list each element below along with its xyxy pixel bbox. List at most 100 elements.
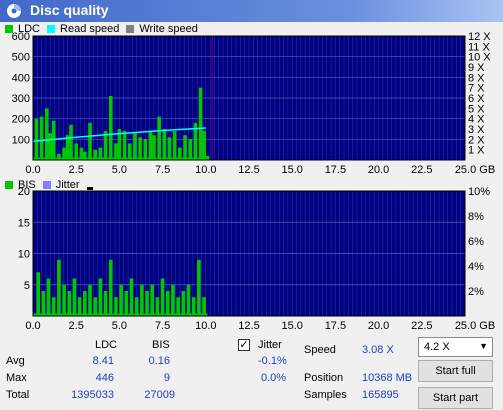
ldc-bar	[198, 87, 203, 160]
title-bar: Disc quality	[0, 0, 503, 22]
bis-bar	[51, 297, 56, 316]
y-tick-label-right: 6 X	[468, 93, 485, 105]
x-tick-label: 2.5	[69, 164, 84, 176]
speed-label: Speed	[304, 344, 336, 356]
x-tick-label: 20.0	[368, 320, 389, 332]
y-tick-label-left: 500	[12, 52, 30, 64]
total-ldc-value: 1395033	[71, 389, 114, 401]
y-tick-label-right: 6%	[468, 236, 484, 248]
y-tick-label-right: 2 X	[468, 134, 485, 146]
x-tick-label: 7.5	[155, 320, 170, 332]
window-title: Disc quality	[30, 2, 109, 18]
y-tick-label-left: 400	[12, 72, 30, 84]
ldc-bar	[133, 133, 137, 160]
ldc-bar	[202, 131, 206, 160]
x-tick-label: 17.5	[325, 164, 346, 176]
y-tick-label-right: 7 X	[468, 83, 485, 95]
bis-bar	[129, 278, 134, 316]
row-label-total: Total	[6, 389, 30, 401]
y-tick-label-left: 200	[12, 114, 30, 126]
bis-bar	[171, 284, 175, 316]
samples-label: Samples	[304, 389, 347, 401]
x-tick-label: 17.5	[325, 320, 346, 332]
avg-ldc-value: 8.41	[92, 355, 114, 367]
bis-chart: 0.0 2.5 5.0 7.5 10.0 12.5 15.0 17.5 20.0 22.5 25.0…	[18, 186, 495, 332]
y-tick-label-left: 300	[12, 93, 30, 105]
ldc-bar	[39, 116, 44, 160]
bis-bar	[181, 291, 186, 316]
start-full-button[interactable]: Start full	[418, 360, 493, 382]
bis-bar	[108, 259, 113, 316]
bis-bar	[57, 259, 61, 316]
x-tick-label: 25.0 GB	[455, 164, 495, 176]
bis-bar	[62, 284, 66, 316]
x-tick-label: 5.0	[112, 320, 127, 332]
jitter-checkbox-label[interactable]: Jitter	[258, 339, 282, 351]
ldc-bar	[188, 139, 193, 160]
max-bis-value: 9	[163, 372, 170, 384]
y-tick-label-right: 8%	[468, 211, 484, 223]
bis-bar	[140, 284, 144, 316]
y-tick-label-right: 10%	[468, 186, 490, 198]
y-tick-label-right: 8 X	[468, 72, 485, 84]
bis-bar	[46, 278, 51, 316]
ldc-bar	[172, 131, 177, 160]
ldc-bar	[148, 131, 153, 160]
speed-value: 3.08 X	[362, 344, 394, 356]
row-label-avg: Avg	[6, 355, 25, 367]
samples-value: 165895	[362, 389, 399, 401]
ldc-bar	[183, 135, 187, 160]
y-tick-label-left: 15	[18, 217, 30, 229]
x-tick-label: 2.5	[69, 320, 84, 332]
bis-bar	[41, 291, 46, 316]
ldc-bar	[162, 129, 167, 160]
speed-select[interactable]: 4.2 X ▼	[418, 337, 493, 357]
x-tick-label: 20.0	[368, 164, 389, 176]
bis-bar	[67, 291, 72, 316]
bis-bar	[197, 259, 201, 316]
x-tick-label: 15.0	[281, 164, 302, 176]
y-tick-label-left: 600	[12, 31, 30, 43]
ldc-bar	[51, 120, 56, 160]
total-bis-value: 27009	[144, 389, 175, 401]
ldc-bar	[143, 139, 148, 160]
bis-bar	[150, 284, 155, 316]
ldc-bar	[122, 131, 127, 160]
x-tick-label: 12.5	[238, 164, 259, 176]
y-tick-label-right: 3 X	[468, 124, 485, 136]
y-tick-label-left: 10	[18, 249, 30, 261]
position-label: Position	[304, 372, 344, 384]
bis-bar	[83, 291, 87, 316]
avg-jitter-value: -0.1%	[258, 355, 287, 367]
y-tick-label-left: 20	[18, 186, 30, 198]
bis-bar	[124, 291, 129, 316]
ldc-bar	[88, 122, 92, 160]
bis-bar	[77, 297, 82, 316]
ldc-bar	[48, 133, 53, 160]
x-tick-label: 22.5	[411, 164, 432, 176]
max-jitter-value: 0.0%	[261, 372, 287, 384]
y-tick-label-right: 10 X	[468, 52, 491, 64]
x-tick-label: 5.0	[112, 164, 127, 176]
x-tick-label: 10.0	[195, 320, 216, 332]
bis-bar	[134, 297, 139, 316]
y-tick-label-right: 5 X	[468, 103, 485, 115]
jitter-checkbox[interactable]: ✓	[238, 339, 250, 351]
x-tick-label: 10.0	[195, 164, 216, 176]
ldc-bar	[34, 118, 39, 160]
bis-bar	[155, 297, 160, 316]
bis-bar	[119, 284, 123, 316]
speed-select-value: 4.2 X	[424, 341, 450, 353]
x-tick-label: 0.0	[25, 164, 40, 176]
ldc-bar	[167, 137, 172, 160]
bis-bar	[88, 284, 92, 316]
ldc-bar	[108, 95, 113, 160]
bis-bar	[186, 284, 191, 316]
start-part-button[interactable]: Start part	[418, 387, 493, 409]
position-value: 10368 MB	[362, 372, 413, 384]
bis-bar	[36, 272, 40, 316]
x-tick-label: 12.5	[238, 320, 259, 332]
bis-bar	[160, 278, 165, 316]
y-tick-label-right: 12 X	[468, 31, 491, 43]
y-tick-label-right: 4 X	[468, 114, 485, 126]
